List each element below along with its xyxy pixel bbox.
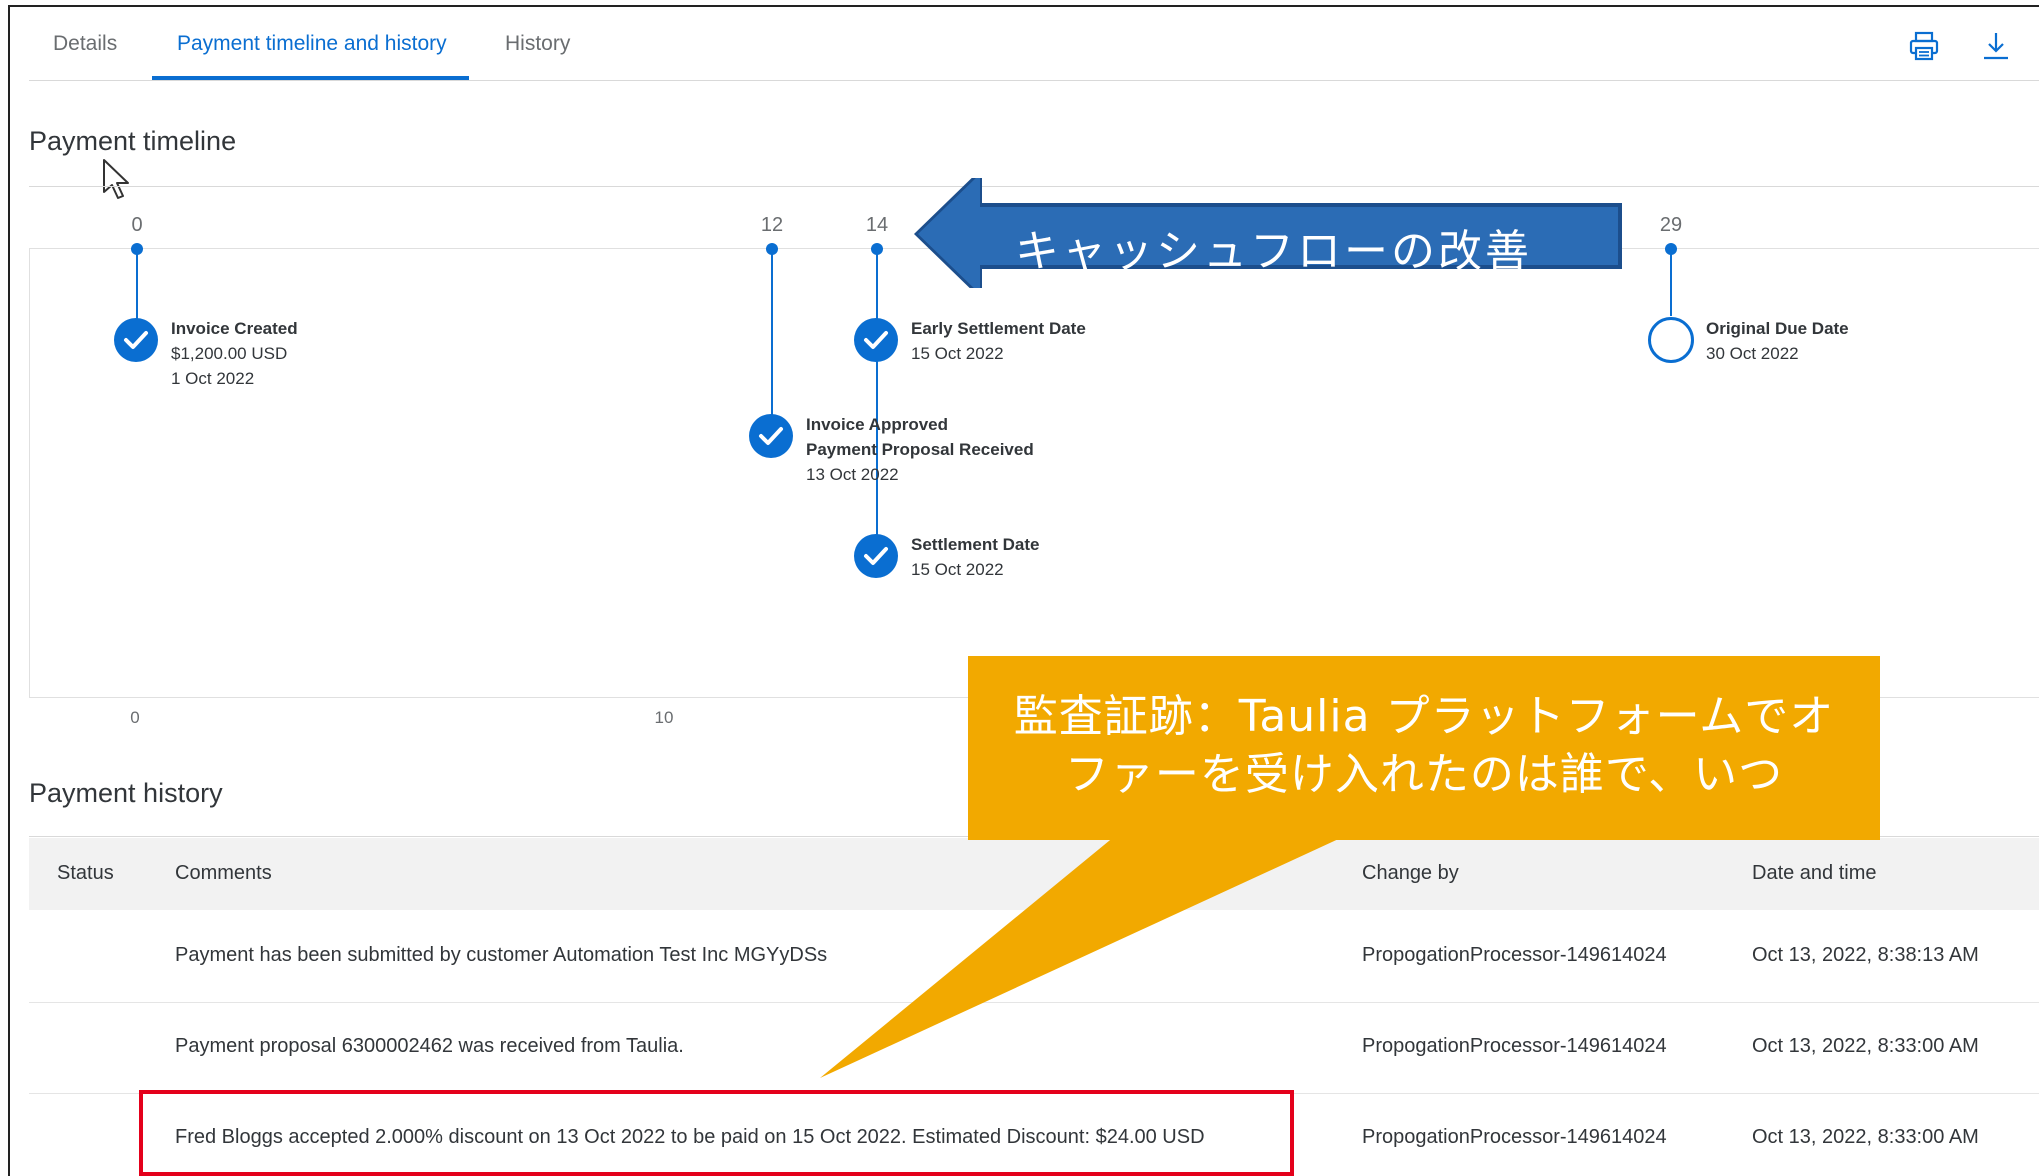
pending-circle-icon bbox=[1648, 317, 1694, 363]
timeline-tick-12: 12 bbox=[760, 214, 784, 236]
payment-timeline-title: Payment timeline bbox=[29, 126, 237, 156]
event-date: 15 Oct 2022 bbox=[911, 344, 1004, 363]
event-title: Settlement Date bbox=[911, 535, 1040, 554]
event-title: Original Due Date bbox=[1706, 319, 1849, 338]
highlight-box bbox=[139, 1090, 1294, 1176]
row-comment: Payment has been submitted by customer A… bbox=[175, 944, 828, 966]
download-icon[interactable] bbox=[1981, 30, 2011, 62]
column-header-comments[interactable]: Comments bbox=[175, 862, 272, 885]
audit-callout-pointer bbox=[820, 836, 1345, 1078]
audit-line-1: 監査証跡：Taulia プラットフォームでオ bbox=[1013, 691, 1835, 742]
completed-check-icon bbox=[854, 534, 898, 578]
row-datetime: Oct 13, 2022, 8:33:00 AM bbox=[1752, 1035, 1979, 1057]
printer-icon[interactable] bbox=[1908, 30, 1940, 62]
row-change-by: PropogationProcessor-149614024 bbox=[1362, 1035, 1667, 1057]
timeline-point bbox=[1665, 243, 1677, 255]
column-header-change-by[interactable]: Change by bbox=[1362, 862, 1459, 885]
tab-history[interactable]: History bbox=[505, 32, 570, 56]
timeline-event-early-settlement: Early Settlement Date 15 Oct 2022 bbox=[911, 316, 1086, 366]
timeline-event-invoice-created: Invoice Created $1,200.00 USD 1 Oct 2022 bbox=[171, 316, 298, 391]
event-amount: $1,200.00 USD bbox=[171, 344, 288, 363]
audit-line-2: ファーを受け入れたのは誰で、いつ bbox=[1064, 749, 1784, 800]
completed-check-icon bbox=[854, 318, 898, 362]
event-date: 15 Oct 2022 bbox=[911, 560, 1004, 579]
timeline-connector bbox=[876, 248, 878, 556]
row-comment: Payment proposal 6300002462 was received… bbox=[175, 1035, 684, 1057]
timeline-connector bbox=[771, 248, 773, 436]
timeline-point bbox=[871, 243, 883, 255]
row-change-by: PropogationProcessor-149614024 bbox=[1362, 944, 1667, 966]
event-subtitle: Payment Proposal Received bbox=[806, 440, 1034, 459]
timeline-tick-29: 29 bbox=[1659, 214, 1683, 236]
column-header-status[interactable]: Status bbox=[57, 862, 114, 885]
axis-label-10: 10 bbox=[654, 708, 674, 727]
row-change-by: PropogationProcessor-149614024 bbox=[1362, 1126, 1667, 1148]
event-title: Early Settlement Date bbox=[911, 319, 1086, 338]
timeline-tick-0: 0 bbox=[131, 214, 143, 236]
tab-divider bbox=[29, 80, 2039, 81]
timeline-point bbox=[766, 243, 778, 255]
event-date: 13 Oct 2022 bbox=[806, 465, 899, 484]
event-title: Invoice Created bbox=[171, 319, 298, 338]
completed-check-icon bbox=[749, 414, 793, 458]
timeline-event-original-due: Original Due Date 30 Oct 2022 bbox=[1706, 316, 1849, 366]
cashflow-callout-text: キャッシュフローの改善 bbox=[1015, 226, 1532, 277]
timeline-event-invoice-approved: Invoice Approved Payment Proposal Receiv… bbox=[806, 412, 1034, 487]
event-date: 30 Oct 2022 bbox=[1706, 344, 1799, 363]
timeline-tick-14: 14 bbox=[865, 214, 889, 236]
event-title: Invoice Approved bbox=[806, 415, 949, 434]
row-datetime: Oct 13, 2022, 8:38:13 AM bbox=[1752, 944, 1979, 966]
timeline-connector bbox=[1670, 248, 1672, 316]
tab-details[interactable]: Details bbox=[53, 32, 117, 56]
column-header-date-time[interactable]: Date and time bbox=[1752, 862, 1877, 885]
row-datetime: Oct 13, 2022, 8:33:00 AM bbox=[1752, 1126, 1979, 1148]
payment-history-title: Payment history bbox=[29, 778, 223, 808]
event-date: 1 Oct 2022 bbox=[171, 369, 255, 388]
mouse-cursor-icon bbox=[102, 158, 132, 205]
audit-trail-callout-text: 監査証跡：Taulia プラットフォームでオ ファーを受け入れたのは誰で、いつ bbox=[968, 688, 1880, 804]
completed-check-icon bbox=[114, 318, 158, 362]
tab-payment-timeline-and-history[interactable]: Payment timeline and history bbox=[177, 32, 447, 56]
timeline-event-settlement: Settlement Date 15 Oct 2022 bbox=[911, 532, 1039, 582]
axis-label-0: 0 bbox=[130, 708, 140, 727]
timeline-point bbox=[131, 243, 143, 255]
